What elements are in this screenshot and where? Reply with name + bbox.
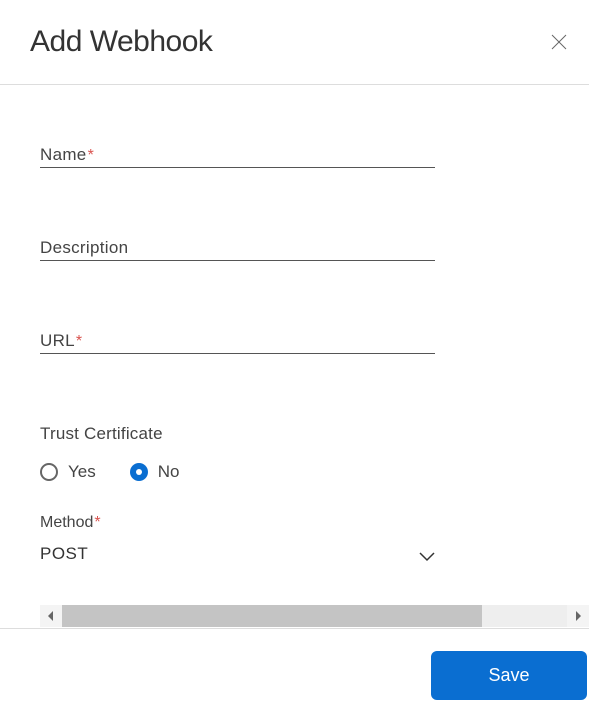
close-button[interactable] [547,30,571,54]
name-field-group: Name* [40,145,435,168]
radio-yes[interactable]: Yes [40,462,96,482]
trust-certificate-label: Trust Certificate [40,424,549,444]
radio-no-label: No [158,462,180,482]
url-field[interactable]: URL* [40,331,435,354]
dialog-title: Add Webhook [30,25,212,59]
scroll-thumb[interactable] [62,605,482,627]
method-select[interactable]: POST [40,542,435,566]
required-mark: * [88,147,94,164]
trust-certificate-section: Trust Certificate Yes No [40,424,549,482]
name-field[interactable]: Name* [40,145,435,168]
radio-icon [130,463,148,481]
url-field-group: URL* [40,331,435,354]
chevron-down-icon [419,549,435,559]
scroll-arrow-right[interactable] [567,605,589,627]
horizontal-scrollbar[interactable] [40,605,589,627]
method-value: POST [40,544,88,564]
trust-certificate-radio-group: Yes No [40,462,549,482]
radio-no[interactable]: No [130,462,180,482]
scroll-track [482,605,567,627]
description-field-group: Description [40,238,435,261]
form-body: Name* Description URL* Trust Certificate… [0,85,589,566]
method-label: Method* [40,514,435,532]
save-button[interactable]: Save [431,651,587,700]
radio-icon [40,463,58,481]
name-label: Name [40,145,87,164]
caret-left-icon [47,610,55,622]
dialog-footer: Save [0,628,589,722]
description-field[interactable]: Description [40,238,435,261]
scroll-arrow-left[interactable] [40,605,62,627]
caret-right-icon [574,610,582,622]
radio-yes-label: Yes [68,462,96,482]
method-label-text: Method [40,514,93,531]
close-icon [551,34,567,50]
method-section: Method* POST [40,514,435,566]
url-label: URL [40,331,75,350]
description-label: Description [40,238,128,257]
dialog-header: Add Webhook [0,0,589,84]
required-mark: * [94,514,100,531]
required-mark: * [76,333,82,350]
